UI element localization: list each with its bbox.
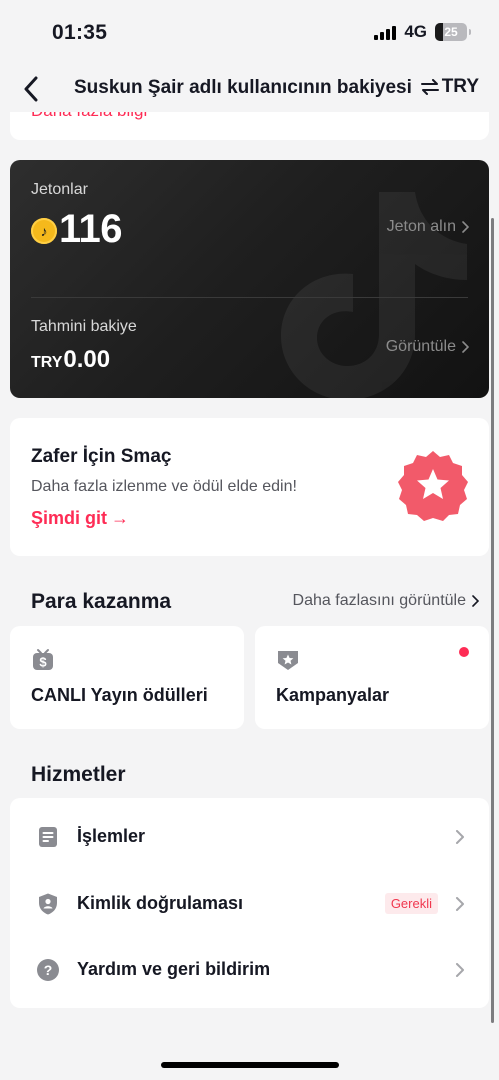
currency-label: TRY — [441, 76, 479, 97]
status-time: 01:35 — [52, 21, 108, 44]
scrollbar[interactable] — [491, 218, 494, 1023]
info-card: Daha fazla bilgi — [10, 112, 489, 140]
earn-more-button[interactable]: Daha fazlasını görüntüle — [293, 592, 479, 610]
promo-card[interactable]: Zafer İçin Smaç Daha fazla izlenme ve öd… — [10, 418, 489, 556]
chevron-right-icon — [462, 341, 469, 353]
tiktok-coin-icon: ♪ — [31, 218, 57, 244]
service-row-identity[interactable]: Kimlik doğrulaması Gerekli — [10, 870, 489, 937]
chevron-right-icon — [472, 595, 479, 607]
earn-more-label: Daha fazlasını görüntüle — [292, 592, 466, 609]
campaigns-label: Kampanyalar — [276, 685, 390, 705]
campaigns-tile[interactable]: Kampanyalar — [255, 626, 489, 729]
estimated-balance-label: Tahmini bakiye — [31, 318, 137, 335]
battery-icon: 25 — [435, 23, 471, 41]
estimated-amount: 0.00 — [63, 346, 111, 373]
required-badge: Gerekli — [384, 893, 438, 914]
service-label: Kimlik doğrulaması — [77, 893, 244, 913]
notification-dot — [459, 647, 469, 657]
more-info-link[interactable]: Daha fazla bilgi — [31, 112, 147, 121]
balance-card: Jetonlar ♪ 116 Jeton alın Tahmini bakiye… — [10, 160, 489, 398]
status-indicators: 4G 25 — [374, 22, 471, 42]
home-indicator[interactable] — [161, 1062, 339, 1068]
promo-cta-label: Şimdi git — [31, 508, 107, 528]
get-coins-label: Jeton alın — [386, 218, 456, 235]
campaign-badge-icon — [278, 651, 298, 670]
view-balance-label: Görüntüle — [385, 338, 456, 355]
navigation-header: Suskun Şair adlı kullanıcının bakiyesi T… — [0, 66, 499, 112]
services-list: İşlemler Kimlik doğrulaması Gerekli ? Ya… — [10, 798, 489, 1008]
divider — [31, 297, 468, 298]
coins-label: Jetonlar — [31, 181, 88, 198]
service-label: Yardım ve geri bildirim — [77, 959, 271, 979]
promo-subtitle: Daha fazla izlenme ve ödül elde edin! — [31, 478, 297, 495]
chevron-left-icon — [24, 76, 38, 102]
promo-title: Zafer İçin Smaç — [31, 446, 172, 467]
chevron-right-icon — [456, 896, 464, 911]
chevron-right-icon — [456, 829, 464, 844]
live-rewards-label: CANLI Yayın ödülleri — [31, 685, 208, 705]
live-money-icon: $ — [33, 649, 53, 670]
status-bar: 01:35 4G 25 — [0, 0, 499, 66]
signal-icon — [374, 25, 397, 40]
service-row-transactions[interactable]: İşlemler — [10, 803, 489, 870]
service-row-help[interactable]: ? Yardım ve geri bildirim — [10, 936, 489, 1003]
document-icon — [39, 826, 57, 847]
coins-value: 116 — [59, 207, 123, 251]
battery-percent: 25 — [444, 25, 458, 39]
currency-switch-button[interactable]: TRY — [420, 76, 479, 98]
swap-arrows-icon — [420, 79, 439, 95]
svg-text:?: ? — [44, 962, 53, 978]
service-label: İşlemler — [77, 826, 146, 846]
chevron-right-icon — [456, 962, 464, 977]
help-icon: ? — [37, 958, 59, 981]
shield-user-icon — [39, 893, 57, 914]
back-button[interactable] — [14, 72, 48, 106]
network-type: 4G — [404, 22, 427, 41]
promo-cta-link[interactable]: Şimdi git → — [31, 508, 129, 529]
estimated-currency: TRY — [31, 354, 63, 371]
page-title: Suskun Şair adlı kullanıcının bakiyesi — [74, 77, 412, 98]
live-rewards-tile[interactable]: $ CANLI Yayın ödülleri — [10, 626, 244, 729]
arrow-right-icon: → — [111, 508, 129, 528]
star-badge-icon — [398, 451, 468, 521]
get-coins-button[interactable]: Jeton alın — [387, 218, 469, 236]
svg-text:$: $ — [39, 655, 47, 670]
services-section-title: Hizmetler — [31, 763, 126, 786]
estimated-balance-value: TRY 0.00 — [31, 346, 110, 374]
view-balance-button[interactable]: Görüntüle — [386, 338, 469, 356]
tiktok-logo-icon — [281, 192, 467, 398]
chevron-right-icon — [462, 221, 469, 233]
earn-section-title: Para kazanma — [31, 590, 172, 613]
